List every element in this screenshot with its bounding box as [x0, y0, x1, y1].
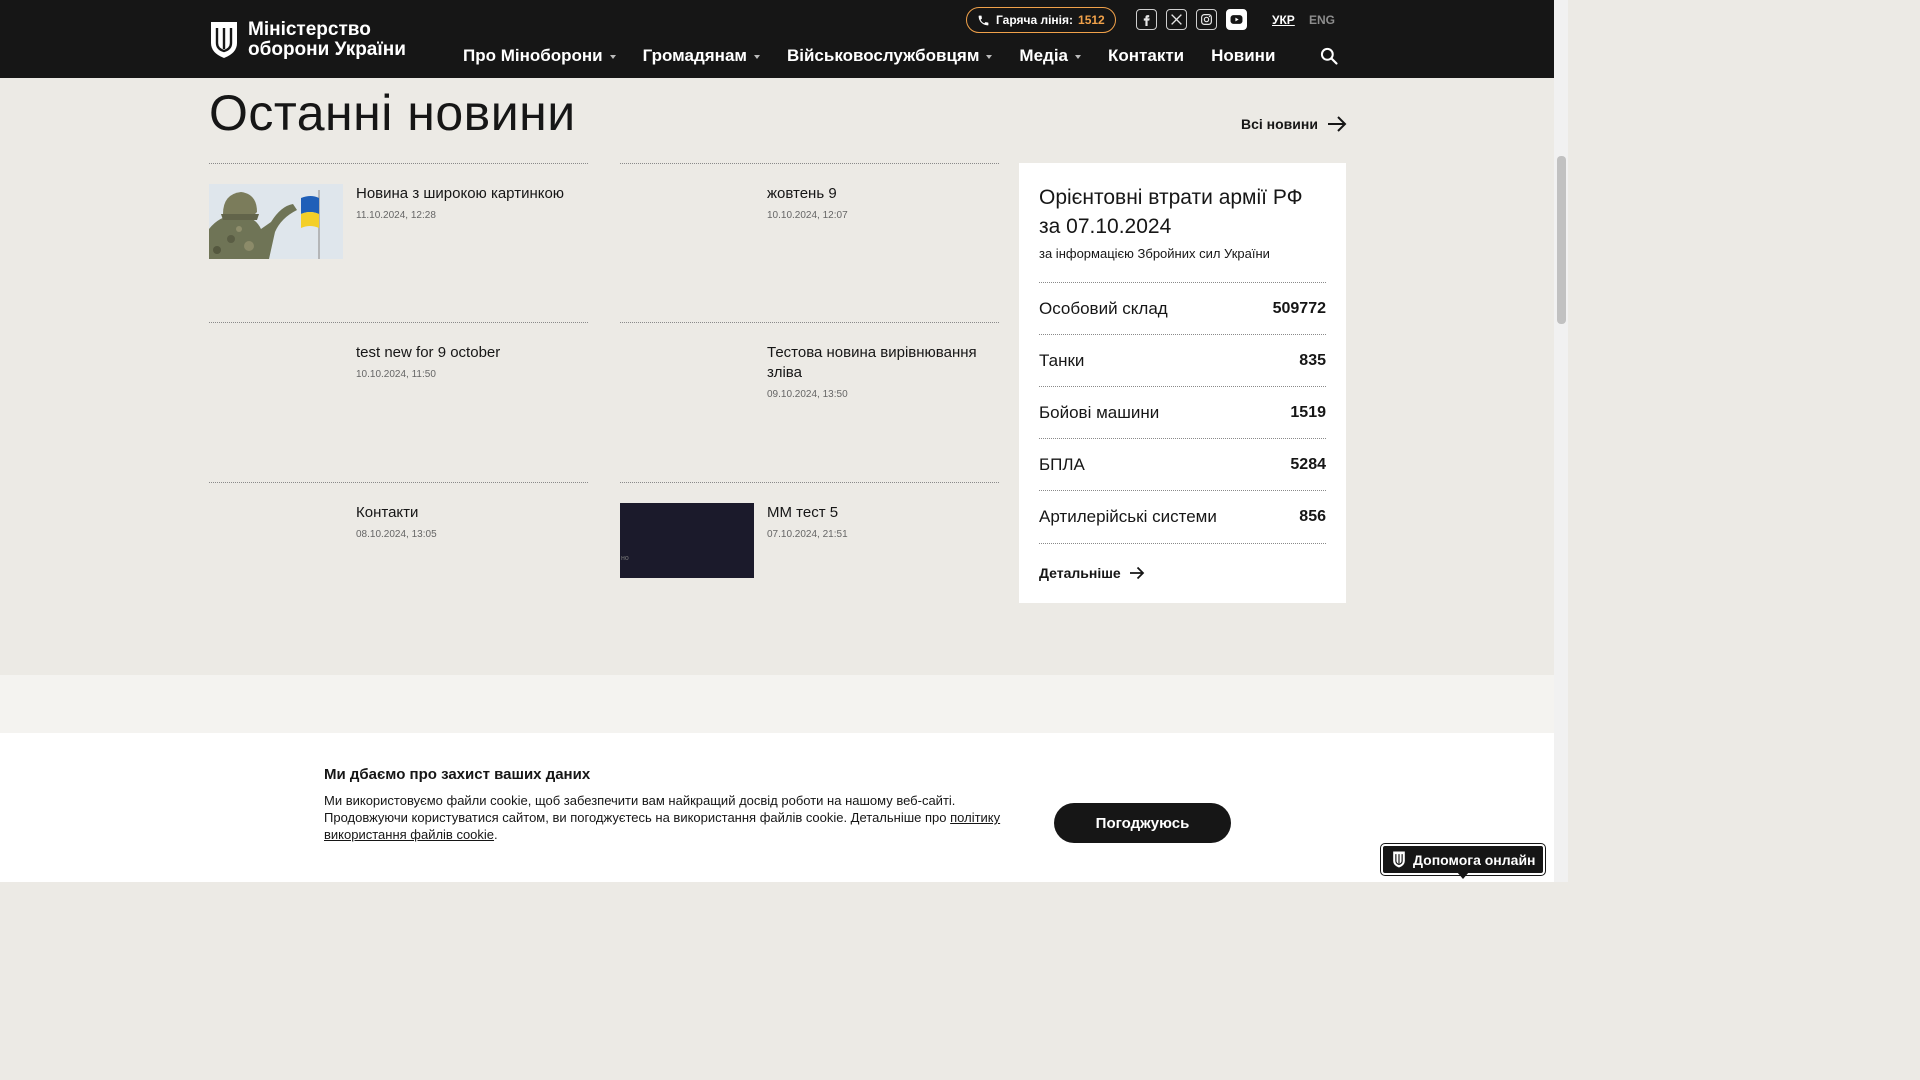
divider: [1039, 543, 1326, 544]
chevron-down-icon: [1075, 54, 1082, 59]
cookie-title: Ми дбаємо про захист ваших даних: [324, 766, 591, 783]
trident-shield-icon: [1393, 851, 1405, 868]
help-tooltip-pointer: [1457, 872, 1469, 879]
logo-line-1: Міністерство: [248, 19, 371, 40]
search-icon[interactable]: [1319, 46, 1339, 66]
cookie-text-end: .: [494, 827, 498, 842]
news-title[interactable]: Тестова новина вирівнювання зліва: [767, 343, 1007, 383]
news-date: 10.10.2024, 11:50: [356, 369, 436, 380]
lower-section-background: [0, 675, 1554, 735]
site-header: Міністерство оборони України Гаряча ліні…: [0, 0, 1554, 78]
nav-item-about[interactable]: Про Міноборони: [463, 46, 616, 66]
lang-eng-link[interactable]: ENG: [1309, 13, 1335, 27]
nav-item-label: Про Міноборони: [463, 46, 603, 65]
loss-label: Особовий склад: [1039, 298, 1168, 318]
facebook-link[interactable]: [1136, 9, 1157, 30]
news-date: 08.10.2024, 13:05: [356, 529, 437, 540]
thumbnail-caption: но: [621, 555, 629, 562]
youtube-link[interactable]: [1226, 9, 1247, 30]
losses-subtitle: за інформацією Збройних сил України: [1039, 246, 1270, 261]
nav-item-citizens[interactable]: Громадянам: [643, 46, 760, 66]
hotline-number: 1512: [1078, 13, 1105, 27]
help-online-button[interactable]: Допомога онлайн: [1380, 843, 1546, 876]
news-title[interactable]: Контакти: [356, 503, 596, 523]
news-date: 09.10.2024, 13:50: [767, 389, 848, 400]
loss-row: Артилерійські системи 856: [1039, 490, 1326, 542]
nav-item-label: Медіа: [1019, 46, 1069, 65]
news-item[interactable]: Новина з широкою картинкою 11.10.2024, 1…: [209, 163, 588, 322]
news-item[interactable]: Тестова новина вирівнювання зліва 09.10.…: [620, 322, 999, 482]
news-title[interactable]: test new for 9 october: [356, 343, 596, 363]
nav-item-media[interactable]: Медіа: [1019, 46, 1082, 66]
trident-shield-icon: [211, 22, 237, 58]
hotline-button[interactable]: Гаряча лінія: 1512: [966, 7, 1116, 33]
main-nav: Про Міноборони Громадянам Військовослужб…: [463, 46, 1302, 66]
section-title: Останні новини: [209, 85, 576, 141]
nav-item-label: Громадянам: [642, 46, 747, 65]
nav-item-servicemen[interactable]: Військовослужбовцям: [786, 46, 993, 66]
instagram-icon: [1201, 14, 1212, 25]
loss-value: 509772: [1272, 299, 1326, 317]
news-thumbnail[interactable]: [209, 184, 343, 259]
nav-item-label: Військовослужбовцям: [786, 46, 980, 65]
cookie-text: Ми використовуємо файли cookie, щоб забе…: [324, 792, 1024, 843]
site-logo[interactable]: Міністерство оборони України: [209, 20, 406, 60]
loss-label: Танки: [1039, 350, 1085, 370]
cookie-text-body: Ми використовуємо файли cookie, щоб забе…: [324, 793, 956, 825]
news-title[interactable]: жовтень 9: [767, 184, 1007, 204]
news-item[interactable]: жовтень 9 10.10.2024, 12:07: [620, 163, 999, 322]
cookie-banner: Ми дбаємо про захист ваших даних Ми вико…: [0, 733, 1554, 882]
loss-value: 1519: [1290, 403, 1326, 421]
news-item[interactable]: Контакти 08.10.2024, 13:05: [209, 482, 588, 602]
loss-label: Бойові машини: [1039, 402, 1160, 422]
losses-title: Орієнтовні втрати армії РФ за 07.10.2024: [1039, 186, 1303, 238]
news-title[interactable]: ММ тест 5: [767, 503, 1007, 523]
youtube-icon: [1230, 15, 1243, 24]
loss-value: 856: [1299, 507, 1326, 525]
loss-row: Особовий склад 509772: [1039, 282, 1326, 334]
news-thumbnail[interactable]: но: [620, 503, 754, 578]
russian-losses-card: Орієнтовні втрати армії РФ за 07.10.2024…: [1019, 163, 1346, 603]
loss-row: БПЛА 5284: [1039, 438, 1326, 490]
lang-ukr-link[interactable]: УКР: [1272, 13, 1295, 27]
loss-label: Артилерійські системи: [1039, 506, 1217, 526]
chevron-down-icon: [753, 54, 760, 59]
news-item[interactable]: но ММ тест 5 07.10.2024, 21:51: [620, 482, 999, 602]
hotline-label: Гаряча лінія:: [996, 13, 1074, 27]
phone-icon: [978, 15, 989, 25]
details-link[interactable]: Детальніше: [1039, 565, 1145, 581]
help-online-label: Допомога онлайн: [1413, 851, 1536, 868]
social-links: [1136, 9, 1247, 30]
news-date: 10.10.2024, 12:07: [767, 210, 848, 221]
loss-label: БПЛА: [1039, 454, 1085, 474]
all-news-link[interactable]: Всі новини: [1241, 115, 1347, 133]
nav-item-news[interactable]: Новини: [1211, 46, 1275, 66]
news-title[interactable]: Новина з широкою картинкою: [356, 184, 596, 204]
logo-line-2: оборони України: [248, 39, 406, 60]
arrow-right-icon: [1327, 116, 1347, 132]
x-twitter-icon: [1171, 14, 1182, 25]
loss-value: 5284: [1290, 455, 1326, 473]
facebook-icon: [1143, 15, 1150, 26]
arrow-right-icon: [1129, 566, 1144, 580]
chevron-down-icon: [986, 54, 993, 59]
loss-value: 835: [1299, 351, 1326, 369]
x-twitter-link[interactable]: [1166, 9, 1187, 30]
loss-row: Танки 835: [1039, 334, 1326, 386]
page-scrollbar[interactable]: [1554, 0, 1568, 882]
agree-button[interactable]: Погоджуюсь: [1054, 803, 1231, 843]
nav-item-contacts[interactable]: Контакти: [1108, 46, 1184, 66]
news-date: 07.10.2024, 21:51: [767, 529, 848, 540]
soldier-salute-image: [209, 184, 343, 259]
logo-text: Міністерство оборони України: [248, 20, 406, 60]
instagram-link[interactable]: [1196, 9, 1217, 30]
all-news-label: Всі новини: [1241, 116, 1318, 132]
news-item[interactable]: test new for 9 october 10.10.2024, 11:50: [209, 322, 588, 482]
scrollbar-thumb[interactable]: [1557, 156, 1566, 324]
news-date: 11.10.2024, 12:28: [356, 210, 436, 221]
loss-row: Бойові машини 1519: [1039, 386, 1326, 438]
chevron-down-icon: [609, 54, 616, 59]
details-label: Детальніше: [1039, 565, 1121, 581]
